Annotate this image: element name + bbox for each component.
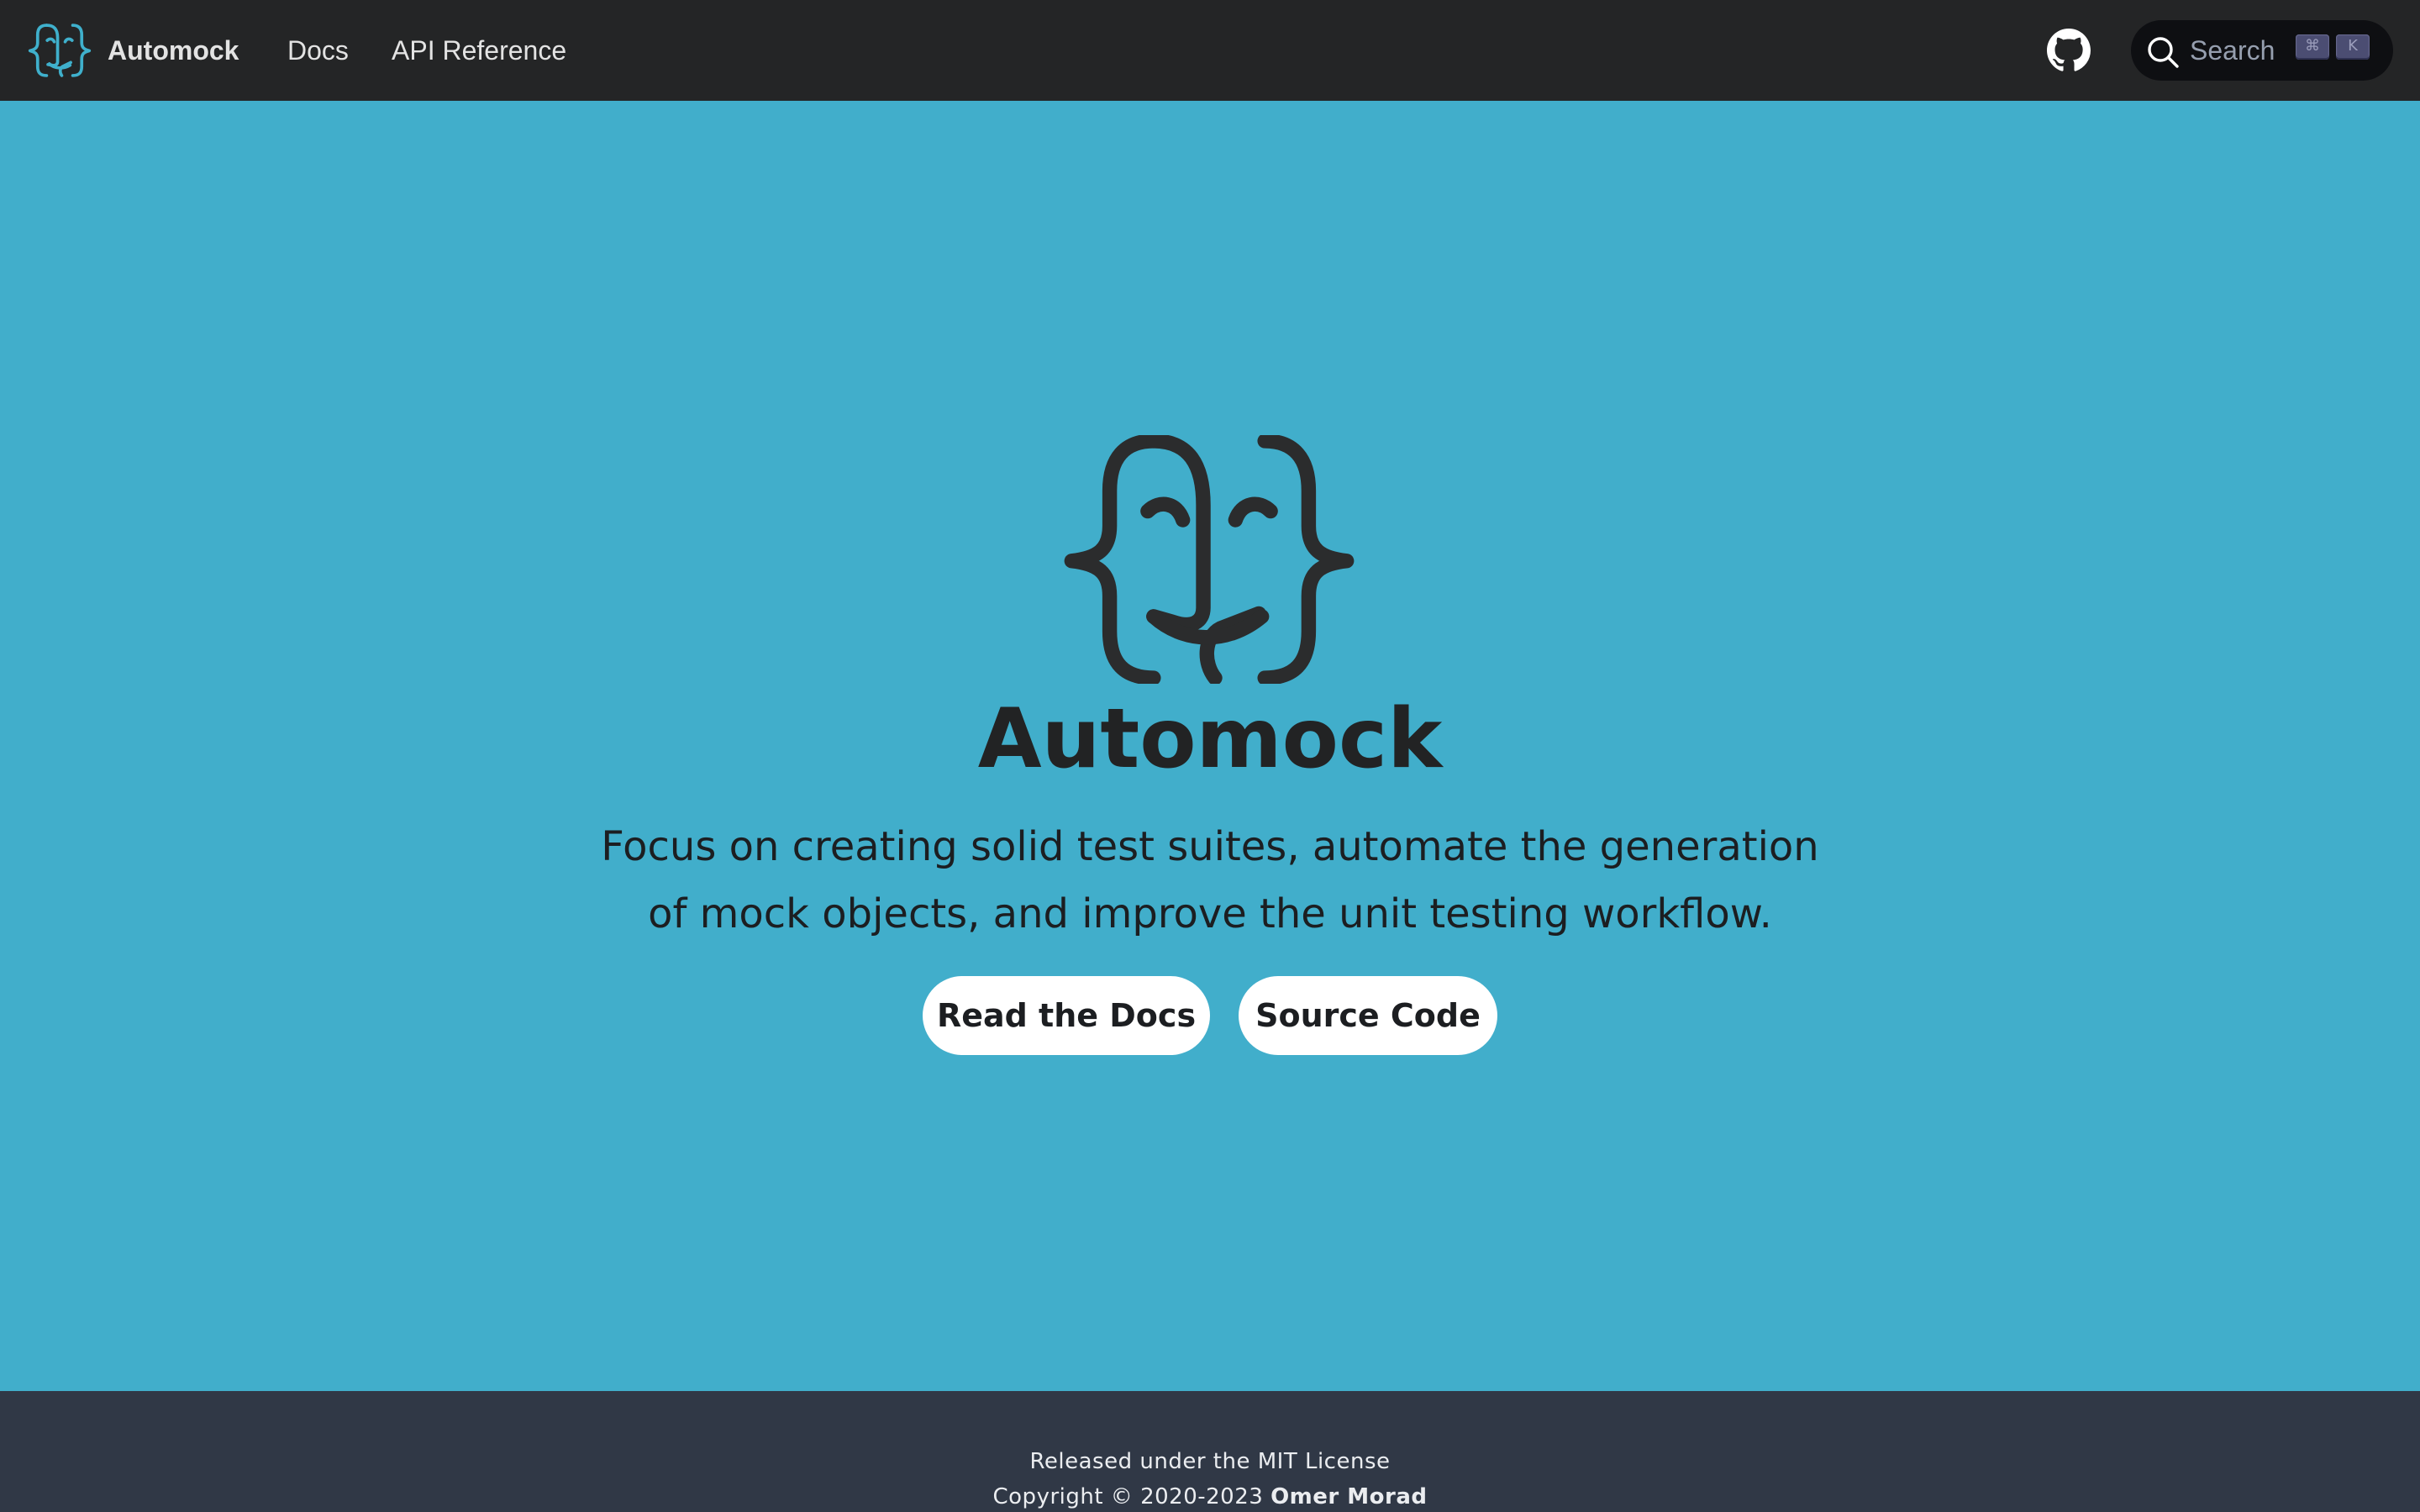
shortcut-key-k: K xyxy=(2336,34,2370,60)
search-placeholder: Search xyxy=(2190,35,2275,66)
hero-title: Automock xyxy=(977,691,1443,787)
nav-link-api-reference[interactable]: API Reference xyxy=(392,32,566,69)
hero-subtitle: Focus on creating solid test suites, aut… xyxy=(601,823,1819,937)
search-button[interactable]: Search ⌘ K xyxy=(2131,20,2393,81)
footer-copyright: Copyright © 2020-2023 Omer Morad xyxy=(0,1482,2420,1512)
shortcut-key-cmd: ⌘ xyxy=(2296,34,2329,60)
brand-link[interactable]: Automock xyxy=(25,21,239,80)
brand-title: Automock xyxy=(108,34,239,66)
top-navbar: Automock Docs API Reference Search ⌘ K xyxy=(0,0,2420,101)
copyright-text: Copyright © 2020-2023 xyxy=(992,1484,1264,1509)
automock-hero-logo-icon xyxy=(1055,435,1363,684)
nav-link-docs[interactable]: Docs xyxy=(287,32,349,69)
github-icon xyxy=(2047,29,2091,71)
copyright-author: Omer Morad xyxy=(1270,1484,1428,1509)
footer-license: Released under the MIT License xyxy=(1029,1449,1391,1474)
read-the-docs-button[interactable]: Read the Docs xyxy=(923,976,1210,1055)
automock-logo-icon xyxy=(25,21,94,80)
search-icon xyxy=(2146,35,2180,69)
site-footer: Released under the MIT License Copyright… xyxy=(0,1391,2420,1512)
hero-banner: Automock Focus on creating solid test su… xyxy=(0,101,2420,1391)
github-link[interactable] xyxy=(2047,29,2091,72)
source-code-button[interactable]: Source Code xyxy=(1239,976,1497,1055)
